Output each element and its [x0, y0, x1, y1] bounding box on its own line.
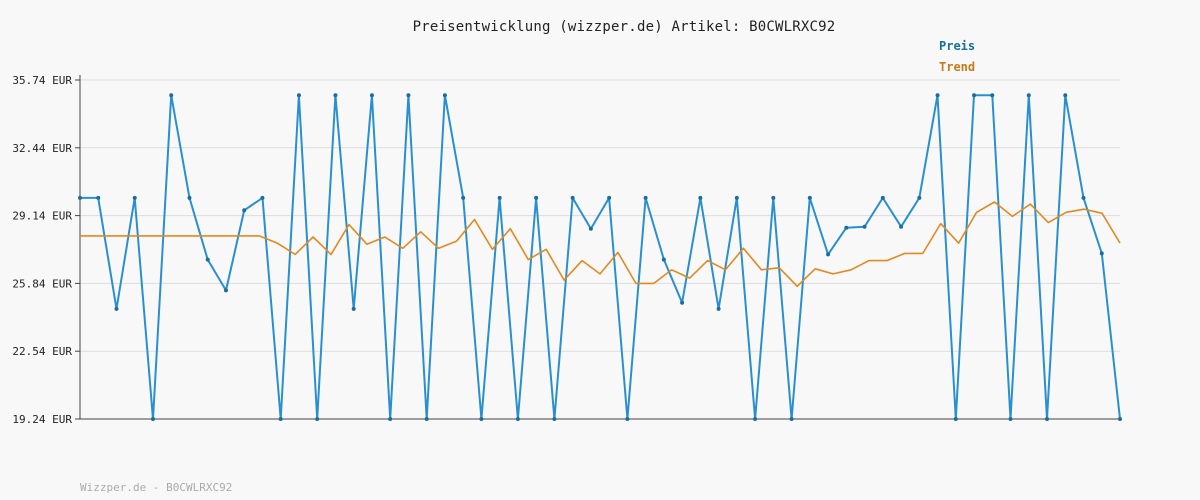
- data-point-preis: [734, 195, 739, 200]
- data-point-preis: [187, 195, 192, 200]
- data-point-preis: [78, 195, 82, 200]
- data-point-preis: [588, 226, 593, 231]
- y-tick-label: 25.84 EUR: [12, 277, 72, 290]
- data-point-preis: [242, 208, 247, 213]
- data-point-preis: [369, 93, 374, 98]
- y-tick-label: 35.74 EUR: [12, 74, 72, 87]
- data-point-preis: [661, 257, 666, 262]
- data-point-preis: [771, 195, 776, 200]
- data-point-preis: [862, 224, 867, 229]
- data-point-preis: [935, 93, 940, 98]
- data-point-preis: [351, 306, 356, 311]
- data-point-preis: [1045, 417, 1050, 421]
- data-point-preis: [753, 417, 758, 421]
- data-point-preis: [643, 195, 648, 200]
- data-point-preis: [807, 195, 812, 200]
- data-point-preis: [826, 252, 831, 257]
- data-point-preis: [333, 93, 338, 98]
- data-point-preis: [461, 195, 466, 200]
- data-point-preis: [442, 93, 447, 98]
- data-point-preis: [607, 195, 612, 200]
- data-point-preis: [1081, 195, 1086, 200]
- y-tick-label: 19.24 EUR: [12, 413, 72, 426]
- data-point-preis: [680, 300, 685, 305]
- data-point-preis: [698, 195, 703, 200]
- data-point-preis: [315, 417, 320, 421]
- data-point-preis: [406, 93, 411, 98]
- data-point-preis: [953, 417, 958, 421]
- data-point-preis: [789, 417, 794, 421]
- data-point-preis: [150, 417, 155, 421]
- data-point-preis: [625, 417, 630, 421]
- data-point-preis: [570, 195, 575, 200]
- data-point-preis: [899, 224, 904, 229]
- data-point-preis: [278, 417, 283, 421]
- data-point-preis: [534, 195, 539, 200]
- data-point-preis: [205, 257, 210, 262]
- data-point-preis: [96, 195, 101, 200]
- data-point-preis: [1118, 417, 1122, 421]
- data-point-preis: [552, 417, 557, 421]
- price-chart: 35.74 EUR 32.44 EUR 29.14 EUR 25.84 EUR 22.5…: [12, 74, 1122, 426]
- data-point-preis: [169, 93, 174, 98]
- data-point-preis: [1026, 93, 1031, 98]
- data-point-preis: [972, 93, 977, 98]
- data-point-preis: [424, 417, 429, 421]
- data-point-preis: [917, 195, 922, 200]
- data-point-preis: [223, 288, 228, 293]
- data-point-preis: [296, 93, 301, 98]
- data-point-preis: [844, 225, 849, 230]
- series-line-preis: [80, 94, 1121, 420]
- y-tick-label: 32.44 EUR: [12, 142, 72, 155]
- data-point-preis: [388, 417, 393, 421]
- data-point-preis: [114, 306, 119, 311]
- y-tick-label: 29.14 EUR: [12, 210, 72, 223]
- data-point-preis: [1063, 93, 1068, 98]
- data-point-preis: [1099, 251, 1104, 256]
- y-tick-label: 22.54 EUR: [12, 345, 72, 358]
- data-point-preis: [990, 93, 995, 98]
- footer-credit: Wizzper.de - B0CWLRXC92: [80, 481, 233, 494]
- data-point-preis: [515, 417, 520, 421]
- data-point-preis: [1008, 417, 1013, 421]
- data-point-preis: [497, 195, 502, 200]
- data-point-preis: [880, 195, 885, 200]
- data-point-preis: [716, 306, 721, 311]
- data-point-preis: [132, 195, 137, 200]
- data-point-preis: [260, 195, 265, 200]
- data-point-preis: [479, 417, 484, 421]
